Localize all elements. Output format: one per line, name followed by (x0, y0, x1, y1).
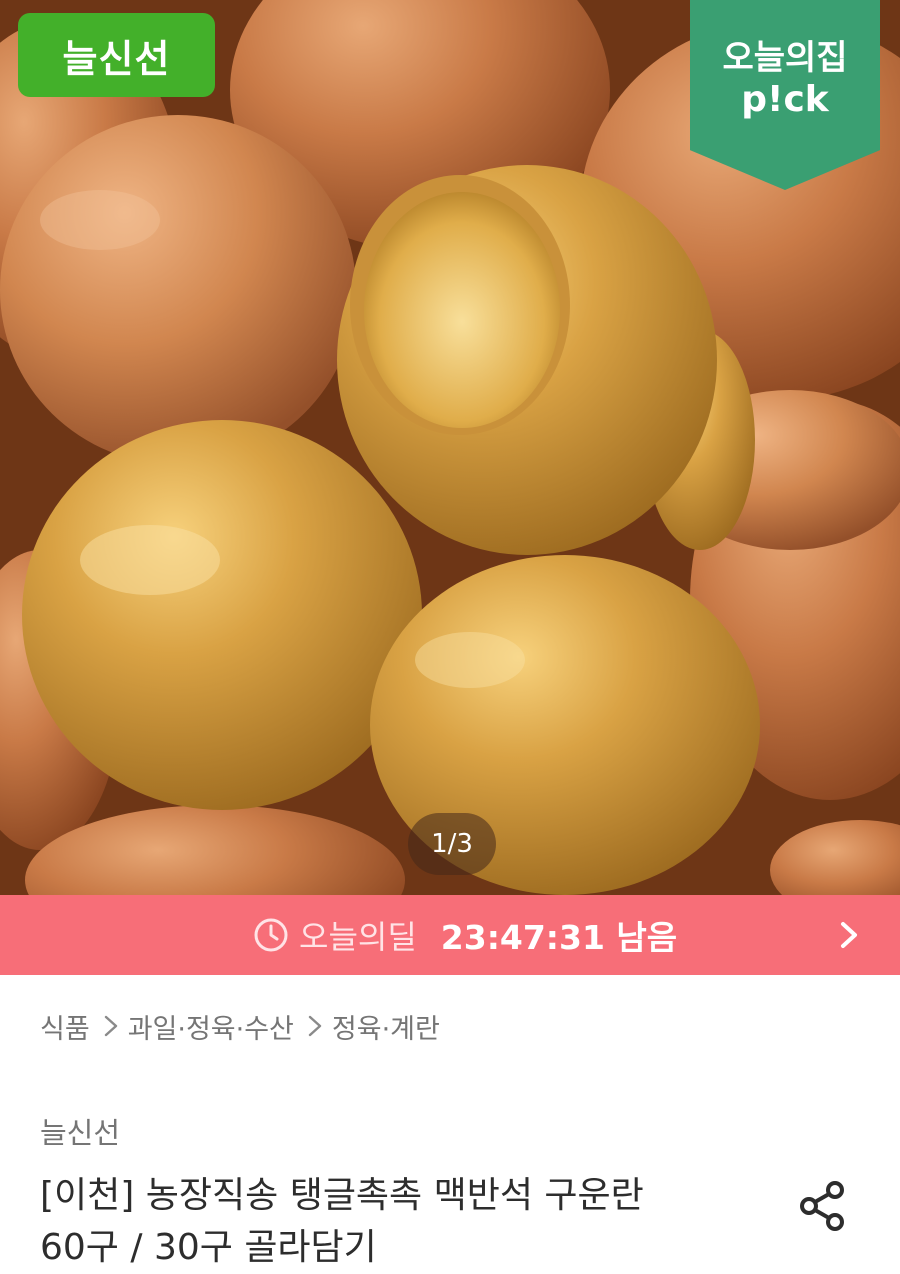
share-button[interactable] (795, 1180, 851, 1236)
pick-badge-line1: 오늘의집 (722, 38, 848, 78)
product-title: [이천] 농장직송 탱글촉촉 맥반석 구운란 60구 / 30구 골라담기 (40, 1170, 760, 1274)
pick-badge: 오늘의집 p!ck (690, 0, 880, 190)
pick-badge-line2: p!ck (741, 79, 829, 120)
brand-badge: 늘신선 (18, 13, 215, 97)
product-title-line2: 60구 / 30구 골라담기 (40, 1227, 377, 1268)
breadcrumb: 식품 과일·정육·수산 정육·계란 (40, 1006, 440, 1046)
today-deal-bar[interactable]: 오늘의딜 23:47:31 남음 (0, 895, 900, 975)
image-pager: 1/3 (408, 813, 496, 875)
chevron-right-icon[interactable] (834, 917, 864, 953)
deal-timer: 23:47:31 남음 (440, 918, 678, 957)
clock-icon (253, 917, 289, 953)
seller-name[interactable]: 늘신선 (40, 1110, 120, 1152)
share-icon (799, 1180, 847, 1236)
chevron-right-icon (100, 1013, 122, 1039)
breadcrumb-item-meat-eggs[interactable]: 정육·계란 (332, 1007, 440, 1046)
product-title-line1: [이천] 농장직송 탱글촉촉 맥반석 구운란 (40, 1175, 644, 1216)
breadcrumb-item-fresh[interactable]: 과일·정육·수산 (128, 1007, 294, 1046)
chevron-right-icon (304, 1013, 326, 1039)
deal-label: 오늘의딜 (299, 918, 417, 956)
breadcrumb-item-food[interactable]: 식품 (40, 1007, 90, 1046)
product-image[interactable]: 늘신선 오늘의집 p!ck 1/3 (0, 0, 900, 895)
